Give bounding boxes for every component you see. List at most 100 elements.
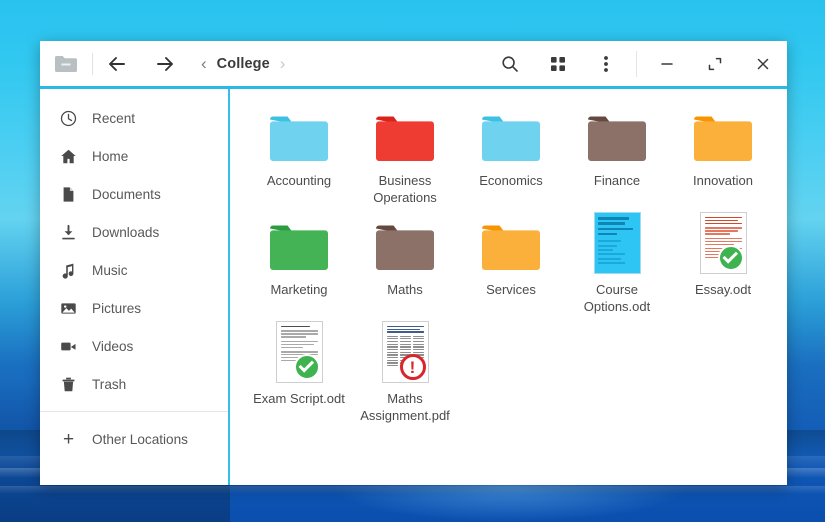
video-camera-icon: [59, 337, 78, 356]
sidebar: Recent Home Documents Downloads Music Pi…: [40, 89, 230, 485]
file-item-economics[interactable]: Economics: [458, 103, 564, 206]
close-icon: [757, 58, 769, 69]
document-icon: [59, 185, 78, 204]
file-item-business-operations[interactable]: Business Operations: [352, 103, 458, 206]
search-button[interactable]: [486, 41, 534, 88]
breadcrumb-prev-button[interactable]: ‹: [191, 55, 217, 72]
titlebar: ‹ College ›: [40, 41, 787, 89]
minimize-button[interactable]: [643, 41, 691, 88]
sidebar-item-recent[interactable]: Recent: [40, 99, 228, 137]
file-label: Innovation: [693, 173, 753, 188]
file-item-essay[interactable]: Essay.odt: [670, 212, 776, 315]
file-item-exam-script[interactable]: Exam Script.odt: [246, 321, 352, 424]
sidebar-item-videos[interactable]: Videos: [40, 327, 228, 365]
sidebar-item-label: Music: [92, 262, 128, 278]
file-item-innovation[interactable]: Innovation: [670, 103, 776, 206]
arrow-right-icon: [157, 56, 173, 71]
grid-view-icon: [551, 56, 565, 71]
sidebar-divider: [40, 411, 228, 412]
file-label: Maths Assignment.pdf: [360, 391, 450, 423]
maximize-icon: [708, 57, 722, 70]
back-button[interactable]: [93, 41, 141, 88]
more-options-button[interactable]: [582, 41, 630, 88]
file-label: Services: [486, 282, 536, 297]
sidebar-item-label: Documents: [92, 186, 161, 202]
status-badge-ok: [293, 354, 320, 380]
file-thumbnail: !: [352, 321, 458, 383]
folder-icon: [376, 225, 434, 270]
toolbar-actions: [486, 41, 787, 88]
clock-icon: [59, 109, 78, 128]
file-label: Marketing: [270, 282, 328, 297]
file-thumbnail: [458, 103, 564, 165]
file-item-finance[interactable]: Finance: [564, 103, 670, 206]
file-thumbnail: [670, 212, 776, 274]
file-label: Accounting: [266, 173, 332, 188]
odt-thumbnail: [275, 321, 323, 383]
pdf-thumbnail: !: [381, 321, 429, 383]
file-thumbnail: [352, 212, 458, 274]
minimize-icon: [661, 62, 673, 65]
odt-thumbnail: [593, 212, 641, 274]
file-thumbnail: [352, 103, 458, 165]
file-item-course-options[interactable]: Course Options.odt: [564, 212, 670, 315]
sidebar-item-label: Videos: [92, 338, 134, 354]
sidebar-item-label: Pictures: [92, 300, 142, 316]
folder-icon: [270, 116, 328, 161]
folder-icon: [482, 225, 540, 270]
search-icon: [502, 55, 518, 72]
odt-thumbnail: [699, 212, 747, 274]
file-item-marketing[interactable]: Marketing: [246, 212, 352, 315]
close-button[interactable]: [739, 41, 787, 88]
status-badge-ok: [717, 245, 744, 271]
file-item-maths[interactable]: Maths: [352, 212, 458, 315]
folder-icon: [270, 225, 328, 270]
status-badge-warning: !: [399, 354, 426, 380]
sidebar-item-label: Home: [92, 148, 129, 164]
file-item-maths-assignment[interactable]: ! Maths Assignment.pdf: [352, 321, 458, 424]
file-thumbnail: [246, 321, 352, 383]
folder-icon: [482, 116, 540, 161]
forward-button[interactable]: [141, 41, 189, 88]
download-icon: [59, 223, 78, 242]
file-thumbnail: [458, 212, 564, 274]
sidebar-item-documents[interactable]: Documents: [40, 175, 228, 213]
app-icon: [40, 41, 92, 86]
plus-icon: +: [62, 428, 75, 450]
music-note-icon: [59, 261, 78, 280]
file-thumbnail: [246, 103, 352, 165]
sidebar-item-home[interactable]: Home: [40, 137, 228, 175]
file-item-services[interactable]: Services: [458, 212, 564, 315]
sidebar-item-label: Downloads: [92, 224, 160, 240]
file-manager-window: ‹ College › Recent Home Documents Downlo…: [40, 41, 787, 485]
sidebar-item-other-locations[interactable]: + Other Locations: [40, 420, 228, 458]
picture-icon: [59, 299, 78, 318]
arrow-left-icon: [109, 56, 125, 71]
sidebar-item-pictures[interactable]: Pictures: [40, 289, 228, 327]
folder-icon: [376, 116, 434, 161]
file-thumbnail: [670, 103, 776, 165]
trash-icon: [59, 375, 78, 394]
file-label: Essay.odt: [694, 282, 752, 297]
sidebar-item-trash[interactable]: Trash: [40, 365, 228, 403]
maximize-button[interactable]: [691, 41, 739, 88]
sidebar-item-music[interactable]: Music: [40, 251, 228, 289]
file-grid: Accounting Business Operations Economics…: [246, 103, 779, 430]
breadcrumb-next-button[interactable]: ›: [270, 55, 296, 72]
folder-icon: [694, 116, 752, 161]
more-options-icon: [604, 55, 608, 72]
file-thumbnail: [564, 103, 670, 165]
breadcrumb: ‹ College ›: [191, 55, 295, 72]
view-mode-button[interactable]: [534, 41, 582, 88]
file-label: Finance: [593, 173, 641, 188]
home-icon: [59, 147, 78, 166]
window-body: Recent Home Documents Downloads Music Pi…: [40, 89, 787, 485]
wallpaper-band: [0, 486, 825, 494]
file-label: Maths: [387, 282, 423, 297]
sidebar-item-downloads[interactable]: Downloads: [40, 213, 228, 251]
window-controls-divider: [636, 50, 637, 77]
breadcrumb-current[interactable]: College: [217, 56, 270, 72]
file-item-accounting[interactable]: Accounting: [246, 103, 352, 206]
file-label: Exam Script.odt: [253, 391, 345, 406]
file-label: Business Operations: [373, 173, 437, 205]
